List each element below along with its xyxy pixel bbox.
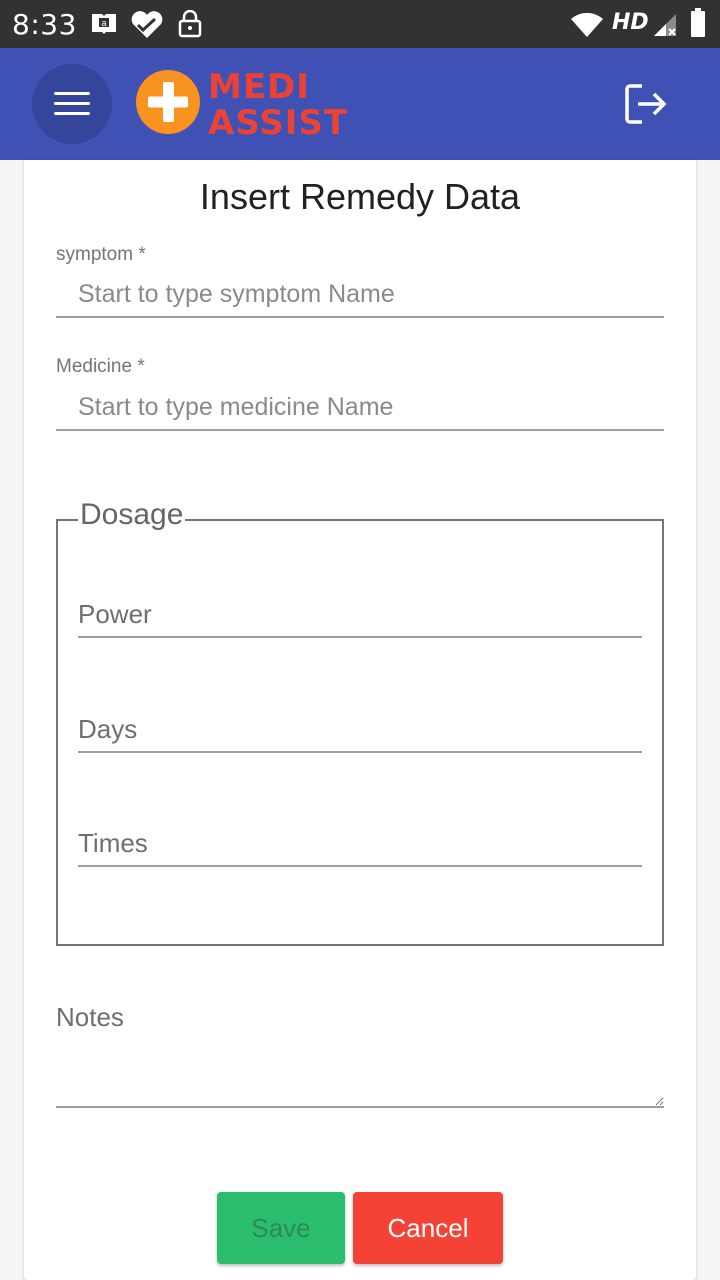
logo-text-line2: ASSIST [208, 103, 348, 138]
notes-textarea[interactable] [56, 994, 664, 1108]
signal-icon [652, 12, 678, 43]
dosage-legend: Dosage [78, 498, 186, 532]
times-input[interactable] [78, 821, 642, 867]
svg-text:a: a [101, 18, 106, 28]
lock-icon [178, 9, 202, 43]
amazon-kindle-icon: a [90, 10, 118, 41]
menu-icon [54, 92, 90, 95]
page-title: Insert Remedy Data [199, 176, 521, 217]
health-heart-icon [130, 10, 164, 45]
days-input[interactable] [78, 707, 642, 753]
medicine-input[interactable] [56, 385, 664, 431]
medicine-label: Medicine * [56, 356, 145, 377]
wifi-icon [570, 12, 604, 43]
logout-button[interactable] [622, 82, 670, 126]
battery-icon [690, 8, 706, 43]
app-bar: MEDI ASSIST [0, 48, 720, 160]
logout-icon [625, 84, 667, 124]
status-time: 8:33 [12, 8, 77, 41]
symptom-input[interactable] [56, 272, 664, 318]
logo-text-line1: MEDI [208, 68, 310, 107]
symptom-label: symptom * [56, 244, 146, 265]
save-button[interactable]: Save [217, 1192, 345, 1264]
status-bar: 8:33 a HD [0, 0, 720, 48]
power-input[interactable] [78, 592, 642, 638]
network-type-label: HD [612, 10, 649, 35]
menu-button[interactable] [32, 64, 112, 144]
medi-assist-logo: MEDI ASSIST [136, 67, 366, 143]
cancel-button[interactable]: Cancel [353, 1192, 503, 1264]
